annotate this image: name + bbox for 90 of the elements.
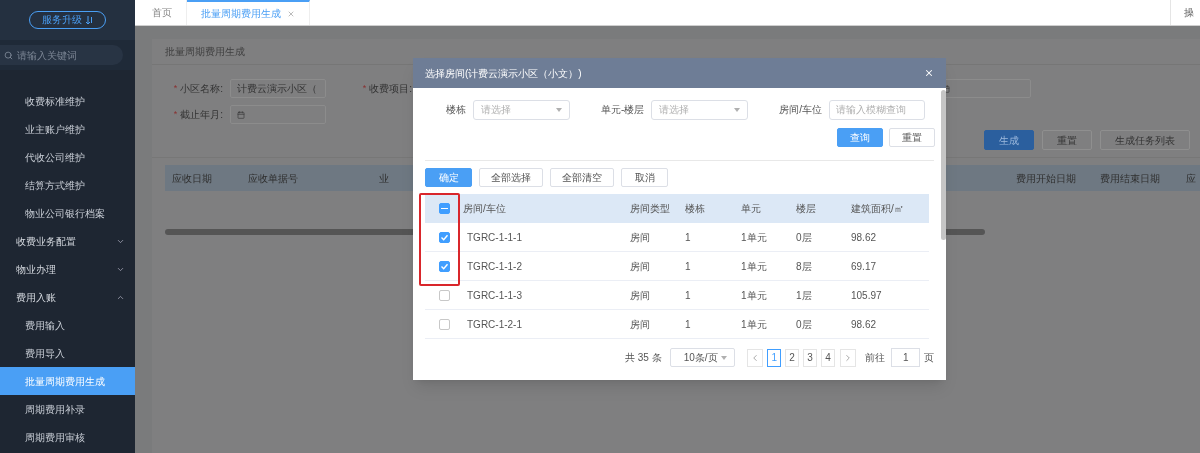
date-field[interactable] (230, 105, 326, 124)
page-button[interactable]: 4 (820, 348, 835, 367)
required-mark: * (362, 81, 367, 95)
menu-item[interactable]: 结算方式维护 (0, 171, 135, 199)
column-header: 费用开始日期 (1016, 171, 1077, 186)
column-header: 建筑面积/㎡ (851, 202, 905, 216)
column-header: 应 (1186, 171, 1197, 186)
table-cell-text: TGRC-1-1-1 (466, 230, 523, 245)
table-cell-text: 1 (685, 259, 692, 274)
menu-item[interactable]: 周期费用审核 (0, 423, 135, 451)
column-header: 房间/车位 (463, 202, 507, 216)
table-cell-text: 105.97 (851, 288, 883, 303)
menu-group[interactable]: 费用入账 (0, 283, 135, 311)
prev-page-button[interactable] (746, 348, 764, 367)
total-count: 共 35 条 (625, 351, 662, 365)
required-mark: * (173, 107, 178, 121)
table-cell-text: 98.62 (851, 230, 878, 245)
goto-label: 前往 (865, 351, 886, 365)
column-header: 楼栋 (685, 202, 706, 216)
operations-menu[interactable]: 操 (1170, 0, 1200, 25)
required-mark: * (173, 81, 178, 95)
field-label: 小区名称: (180, 82, 223, 96)
table-cell-text: 69.17 (851, 259, 878, 274)
checkbox[interactable] (438, 203, 450, 214)
search-icon (4, 50, 13, 60)
calendar-icon (237, 110, 245, 119)
close-icon[interactable] (924, 68, 934, 78)
column-header: 楼层 (796, 202, 817, 216)
column-header: 单元 (741, 202, 762, 216)
table-cell-text: 房间 (630, 288, 651, 303)
field-label: 收费项目: (369, 82, 412, 96)
checkbox[interactable] (438, 231, 450, 243)
arrow-down-icon (86, 15, 93, 25)
caret-icon (734, 107, 741, 112)
menu-item[interactable]: 费用导入 (0, 339, 135, 367)
menu-item[interactable]: 物业公司银行档案 (0, 199, 135, 227)
chevron-left-icon (750, 352, 760, 363)
column-header: 费用结束日期 (1100, 171, 1161, 186)
table-cell-text: 1单元 (741, 230, 768, 245)
table-cell-text: 1 (685, 317, 692, 332)
table-cell-text: 房间 (630, 259, 651, 274)
menu-group[interactable]: 物业办理 (0, 255, 135, 283)
table-cell-text: 房间 (630, 230, 651, 245)
column-header: 应收单据号 (247, 171, 299, 186)
action-button[interactable]: 重置 (889, 128, 935, 147)
menu-group[interactable]: 收费业务配置 (0, 227, 135, 255)
filter-label: 楼栋 (446, 103, 466, 117)
table-cell-text: 1单元 (741, 317, 768, 332)
field-label: 截止年月: (180, 108, 223, 122)
menu-item[interactable]: 周期费用补录 (0, 395, 135, 423)
action-button[interactable]: 取消 (621, 168, 668, 187)
table-cell-text: TGRC-1-2-1 (466, 317, 523, 332)
page-suffix: 页 (924, 351, 934, 365)
table-cell-text: 98.62 (851, 317, 878, 332)
caret-icon (720, 355, 727, 360)
menu-item[interactable]: 代收公司维护 (0, 143, 135, 171)
page-input[interactable]: 1 (891, 348, 920, 367)
column-header: 房间类型 (630, 202, 671, 216)
page-button[interactable]: 3 (803, 348, 817, 367)
table-cell-text: 0层 (796, 317, 813, 332)
table-cell-text: 1 (685, 288, 692, 303)
dialog-title: 选择房间(计费云演示小区（小文）) (425, 66, 582, 81)
search-field[interactable]: 请输入关键词 (0, 45, 123, 65)
table-cell-text: TGRC-1-1-3 (466, 288, 523, 303)
page-size-select[interactable]: 10条/页 (669, 348, 735, 367)
table-cell-text: 8层 (796, 259, 813, 274)
action-button[interactable]: 全部选择 (479, 168, 543, 187)
column-header: 应收日期 (171, 171, 213, 186)
column-header: 业 (378, 171, 390, 186)
table-cell-text: 1单元 (741, 288, 768, 303)
checkbox[interactable] (438, 260, 450, 272)
action-button[interactable]: 全部清空 (550, 168, 614, 187)
table-cell-text: 1单元 (741, 259, 768, 274)
table-cell-text: 房间 (630, 317, 651, 332)
page-button[interactable]: 2 (785, 348, 800, 367)
table-cell-text: 0层 (796, 230, 813, 245)
tab[interactable]: 首页 (138, 0, 187, 25)
table-cell-text: 1层 (796, 288, 813, 303)
checkbox[interactable] (438, 289, 450, 301)
filter-label: 单元-楼层 (601, 103, 645, 117)
table-cell-text: TGRC-1-1-2 (466, 259, 523, 274)
caret-icon (556, 107, 562, 112)
next-page-button[interactable] (839, 348, 857, 367)
menu-item[interactable]: 费用输入 (0, 311, 135, 339)
menu-item[interactable]: 业主账户维护 (0, 115, 135, 143)
filter-label: 房间/车位 (779, 103, 823, 117)
table-cell-text: 1 (685, 230, 692, 245)
checkbox[interactable] (438, 318, 450, 330)
close-icon[interactable] (287, 9, 295, 18)
menu-item[interactable]: 收费标准维护 (0, 87, 135, 115)
